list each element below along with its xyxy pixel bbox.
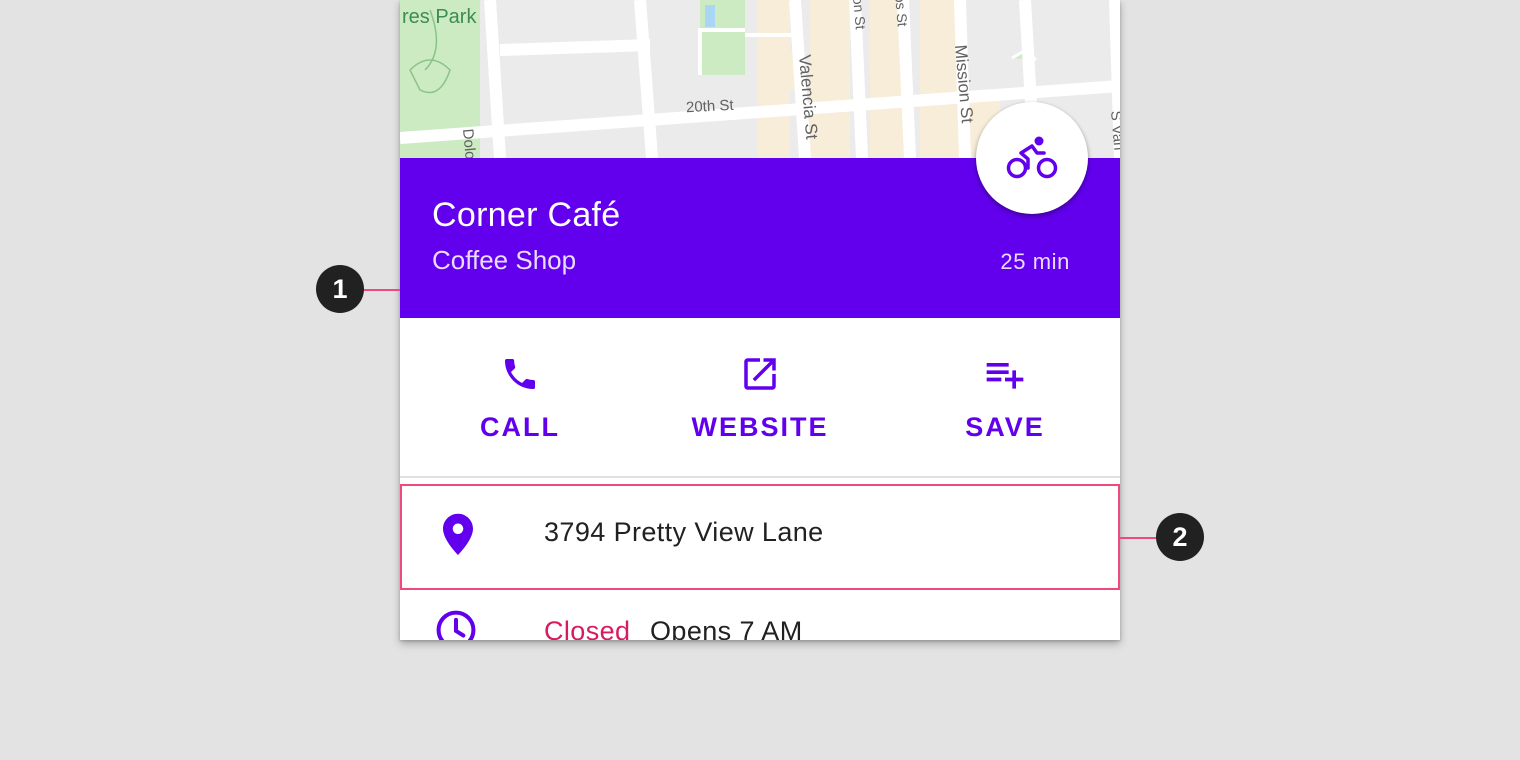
website-label: WEBSITE <box>691 412 829 442</box>
hours-status: Closed <box>544 616 631 640</box>
website-button[interactable]: WEBSITE <box>640 318 880 476</box>
place-card: res Park 20th St Dolor Valencia St Missi… <box>400 0 1120 640</box>
travel-time: 25 min <box>1000 249 1070 274</box>
place-category: Coffee Shop <box>432 245 577 275</box>
callout-line-1 <box>364 289 400 291</box>
bicycle-icon <box>1006 136 1058 179</box>
map-label-s-van: S Van <box>1107 110 1120 152</box>
action-bar: CALL WEBSITE SAVE <box>400 318 1120 476</box>
clock-icon <box>436 610 476 640</box>
place-name: Corner Café <box>432 196 621 234</box>
location-pin-icon <box>443 513 473 555</box>
divider <box>400 476 1120 478</box>
save-button[interactable]: SAVE <box>880 318 1120 476</box>
map-label-20th-st: 20th St <box>685 96 734 117</box>
callout-badge-1: 1 <box>316 265 364 313</box>
hours-text: Opens 7 AM <box>650 616 803 640</box>
map-label-park: res Park <box>402 6 477 28</box>
map-label-os-st: os St <box>892 0 911 28</box>
map-label-dolores: Dolor <box>459 128 480 158</box>
playlist-add-icon <box>986 363 1024 389</box>
save-label: SAVE <box>965 412 1045 442</box>
hours-row[interactable]: Closed Opens 7 AM <box>400 596 1120 640</box>
phone-icon <box>505 359 535 389</box>
callout-line-2 <box>1120 537 1156 539</box>
travel-mode-button[interactable] <box>976 102 1088 214</box>
call-button[interactable]: CALL <box>400 318 640 476</box>
address-text: 3794 Pretty View Lane <box>544 517 824 547</box>
call-label: CALL <box>480 412 560 442</box>
map-label-on-st: on St <box>850 0 869 30</box>
open-in-new-icon <box>744 358 776 390</box>
address-row[interactable]: 3794 Pretty View Lane <box>400 484 1120 590</box>
callout-badge-2: 2 <box>1156 513 1204 561</box>
